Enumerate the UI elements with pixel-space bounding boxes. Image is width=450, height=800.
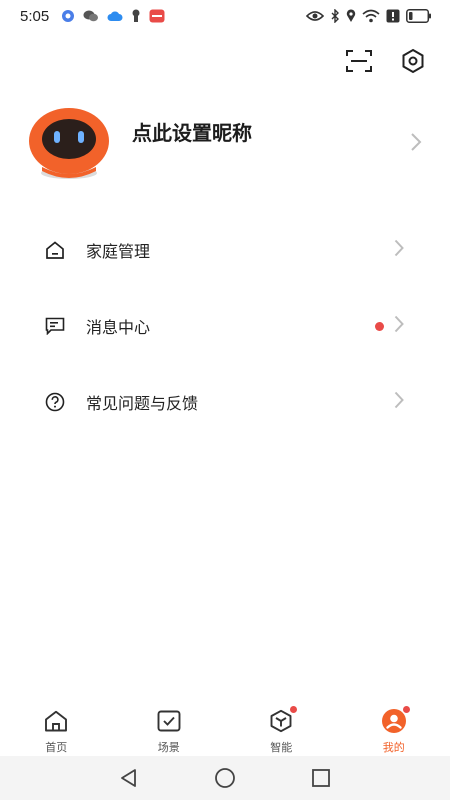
tab-label: 场景 <box>157 741 180 754</box>
battery-icon <box>406 9 432 23</box>
scan-icon <box>346 50 372 72</box>
tab-label: 首页 <box>45 741 68 754</box>
avatar[interactable] <box>28 107 110 181</box>
menu-item-right <box>394 391 404 413</box>
menu-item-family-management[interactable]: 家庭管理 <box>0 212 450 288</box>
hexagon-settings-icon <box>402 48 424 74</box>
menu-item-label: 常见问题与反馈 <box>86 394 199 413</box>
status-time: 5:05 <box>20 7 50 25</box>
home-icon <box>43 708 69 734</box>
status-left: 5:05 <box>20 8 165 25</box>
chevron-right-icon <box>410 132 422 156</box>
tab-badge-dot <box>289 705 299 714</box>
back-button[interactable] <box>81 768 177 788</box>
wechat-icon <box>83 9 99 23</box>
recents-button[interactable] <box>273 768 369 788</box>
profile-icon <box>381 705 411 734</box>
app-badge-icon <box>149 9 165 23</box>
chevron-right-icon <box>394 391 404 413</box>
tab-smart[interactable]: 智能 <box>225 700 338 756</box>
bluetooth-icon <box>330 9 340 23</box>
tab-badge-dot <box>401 705 411 714</box>
help-icon <box>44 391 66 413</box>
menu-item-right <box>394 239 404 261</box>
menu-item-label: 消息中心 <box>86 318 151 337</box>
alert-icon <box>386 9 400 23</box>
tab-scene[interactable]: 场景 <box>113 700 226 756</box>
wifi-icon <box>362 9 380 23</box>
bottom-tab-bar: 首页 场景 智能 我的 <box>0 700 450 756</box>
scene-check-icon <box>156 708 182 734</box>
chevron-right-icon <box>394 239 404 261</box>
tab-home[interactable]: 首页 <box>0 700 113 756</box>
recents-square-icon <box>312 769 330 787</box>
top-actions <box>344 46 428 76</box>
cube-icon <box>268 705 299 734</box>
tab-label: 智能 <box>270 741 293 754</box>
tab-label: 我的 <box>382 741 405 754</box>
profile-row[interactable]: 点此设置昵称 <box>28 106 428 182</box>
message-icon <box>44 315 66 337</box>
menu-item-message-center[interactable]: 消息中心 <box>0 288 450 364</box>
nickname-label[interactable]: 点此设置昵称 <box>132 117 252 146</box>
home-circle-icon <box>215 768 235 788</box>
system-nav-bar <box>0 756 450 800</box>
home-nav-button[interactable] <box>177 767 273 789</box>
back-triangle-icon <box>121 769 136 787</box>
status-right <box>306 9 432 23</box>
app-notification-icon <box>61 9 75 23</box>
menu-item-right <box>375 315 404 337</box>
home-icon <box>44 239 66 261</box>
robot-avatar-icon <box>29 108 109 179</box>
menu-list: 家庭管理 消息中心 常见问题与反馈 <box>0 212 450 440</box>
settings-button[interactable] <box>398 46 428 76</box>
cloud-icon <box>107 10 123 22</box>
keyhole-icon <box>131 9 141 23</box>
eye-icon <box>306 10 324 22</box>
status-bar: 5:05 <box>0 0 450 32</box>
chevron-right-icon <box>394 315 404 337</box>
menu-item-faq-feedback[interactable]: 常见问题与反馈 <box>0 364 450 440</box>
menu-item-label: 家庭管理 <box>86 242 151 261</box>
unread-dot <box>375 321 384 331</box>
location-icon <box>346 9 356 23</box>
scan-button[interactable] <box>344 46 374 76</box>
tab-mine[interactable]: 我的 <box>338 700 450 756</box>
